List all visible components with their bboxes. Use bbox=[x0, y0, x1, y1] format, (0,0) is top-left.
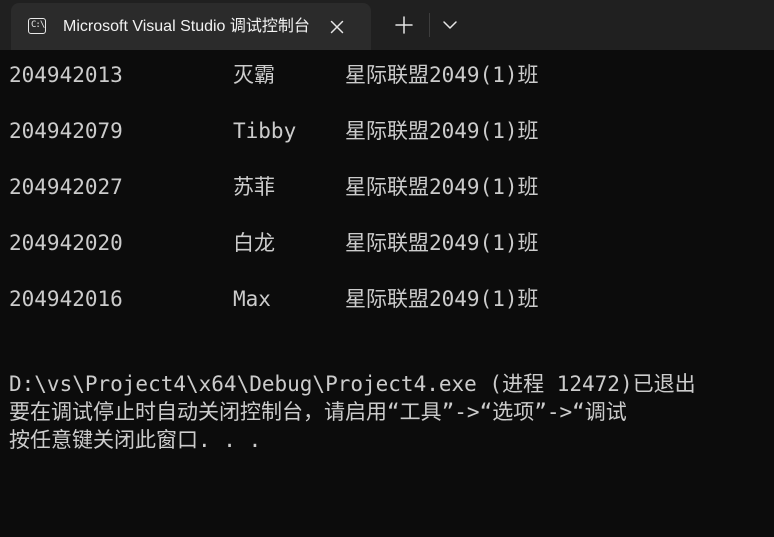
student-name: 白龙 bbox=[233, 231, 275, 255]
student-id: 204942079 bbox=[9, 119, 123, 143]
chevron-down-icon bbox=[443, 21, 457, 29]
console-output[interactable]: 204942013 灭霸 星际联盟2049(1)班 204942079 Tibb… bbox=[0, 50, 774, 537]
tabbar-divider bbox=[429, 13, 430, 37]
close-icon bbox=[330, 20, 344, 34]
tab-dropdown-button[interactable] bbox=[437, 11, 463, 39]
student-name: 灭霸 bbox=[233, 63, 275, 87]
tab-debug-console[interactable]: C:\ Microsoft Visual Studio 调试控制台 bbox=[11, 3, 371, 50]
tab-title: Microsoft Visual Studio 调试控制台 bbox=[63, 18, 310, 35]
terminal-icon: C:\ bbox=[28, 18, 46, 34]
student-class: 星际联盟2049(1)班 bbox=[345, 63, 539, 87]
auto-close-hint: 要在调试停止时自动关闭控制台，请启用“工具”->“选项”->“调试 bbox=[9, 400, 627, 424]
press-any-key-prompt: 按任意键关闭此窗口. . . bbox=[9, 428, 262, 452]
student-class: 星际联盟2049(1)班 bbox=[345, 231, 539, 255]
student-id: 204942027 bbox=[9, 175, 123, 199]
terminal-window: C:\ Microsoft Visual Studio 调试控制台 204942… bbox=[0, 0, 774, 537]
student-class: 星际联盟2049(1)班 bbox=[345, 287, 539, 311]
student-class: 星际联盟2049(1)班 bbox=[345, 175, 539, 199]
student-id: 204942016 bbox=[9, 287, 123, 311]
student-name: Tibby bbox=[233, 119, 297, 143]
plus-icon bbox=[395, 16, 413, 34]
exit-message: D:\vs\Project4\x64\Debug\Project4.exe (进… bbox=[9, 372, 696, 396]
student-class: 星际联盟2049(1)班 bbox=[345, 119, 539, 143]
student-name: 苏菲 bbox=[233, 175, 275, 199]
tab-close-button[interactable] bbox=[325, 15, 349, 39]
student-id: 204942013 bbox=[9, 63, 123, 87]
new-tab-button[interactable] bbox=[388, 11, 420, 39]
student-name: Max bbox=[233, 287, 271, 311]
tab-bar: C:\ Microsoft Visual Studio 调试控制台 bbox=[0, 0, 774, 50]
student-id: 204942020 bbox=[9, 231, 123, 255]
